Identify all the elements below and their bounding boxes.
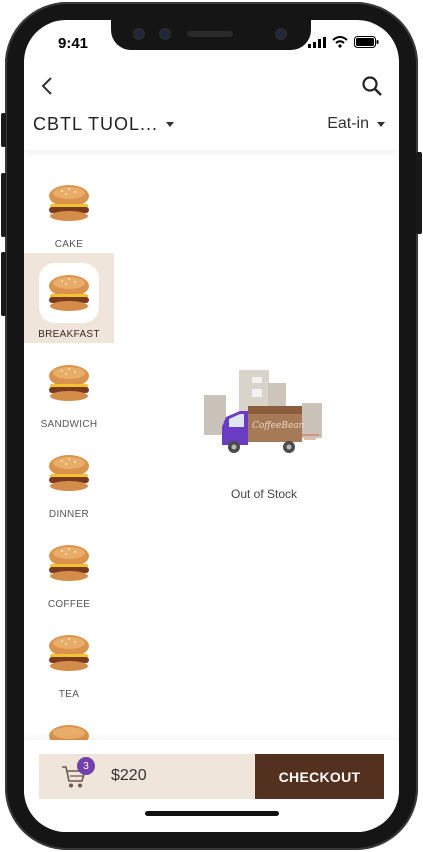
battery-icon: [354, 36, 379, 48]
search-icon[interactable]: [361, 75, 383, 97]
category-image: [39, 263, 99, 323]
mute-switch: [1, 113, 6, 147]
status-icons: [308, 36, 379, 48]
empty-state-message: Out of Stock: [230, 487, 298, 501]
category-item-sandwich[interactable]: SANDWICH: [24, 343, 114, 433]
app-screen: 9:41 CBTL TUOL... Eat-in CAKE BREAKFAST …: [24, 20, 399, 832]
cart-total: $220: [111, 767, 147, 784]
category-sidebar: CAKE BREAKFAST SANDWICH DINNER COFFEE TE…: [24, 163, 114, 793]
cellular-icon: [308, 36, 326, 48]
category-item-coffee[interactable]: COFFEE: [24, 523, 114, 613]
volume-down-button: [1, 252, 6, 316]
category-item-cake[interactable]: CAKE: [24, 163, 114, 253]
app-header: CBTL TUOL... Eat-in: [24, 60, 399, 150]
burger-icon: [49, 275, 89, 311]
burger-icon: [49, 455, 89, 491]
category-image: [39, 353, 99, 413]
power-button: [416, 152, 422, 234]
home-indicator: [145, 811, 279, 816]
notch: [111, 20, 311, 50]
speaker-grille: [187, 31, 233, 37]
burger-icon: [49, 185, 89, 221]
category-item-tea[interactable]: TEA: [24, 613, 114, 703]
category-item-dinner[interactable]: DINNER: [24, 433, 114, 523]
status-time: 9:41: [58, 35, 89, 52]
chevron-down-icon: [377, 121, 385, 127]
burger-icon: [49, 545, 89, 581]
cart-summary[interactable]: 3 $220: [39, 754, 255, 799]
store-name: CBTL TUOL...: [33, 114, 159, 134]
delivery-truck-icon: CoffeeBean: [204, 370, 322, 453]
category-image: [39, 173, 99, 233]
store-selector[interactable]: CBTL TUOL...: [33, 114, 175, 135]
order-mode-label: Eat-in: [327, 115, 369, 132]
category-label: COFFEE: [47, 599, 91, 610]
camera-icon: [275, 28, 287, 40]
category-label: BREAKFAST: [38, 329, 100, 340]
bottom-bar: 3 $220 CHECKOUT: [24, 740, 399, 832]
truck-brand-text: CoffeeBean: [252, 421, 305, 431]
category-image: [39, 443, 99, 503]
burger-icon: [49, 365, 89, 401]
checkout-button[interactable]: CHECKOUT: [255, 754, 384, 799]
order-mode-selector[interactable]: Eat-in: [327, 115, 385, 133]
category-label: CAKE: [54, 239, 84, 250]
burger-icon: [49, 635, 89, 671]
camera-icon: [133, 28, 145, 40]
volume-up-button: [1, 173, 6, 237]
camera-icon: [159, 28, 171, 40]
category-label: DINNER: [48, 509, 90, 520]
category-item-breakfast[interactable]: BREAKFAST: [24, 253, 114, 343]
category-label: SANDWICH: [40, 419, 98, 430]
chevron-down-icon: [166, 122, 175, 127]
category-image: [39, 533, 99, 593]
category-image: [39, 623, 99, 683]
category-label: TEA: [58, 689, 80, 700]
wifi-icon: [332, 36, 348, 48]
cart-count-badge: 3: [77, 757, 95, 775]
back-arrow-icon[interactable]: [38, 76, 58, 96]
